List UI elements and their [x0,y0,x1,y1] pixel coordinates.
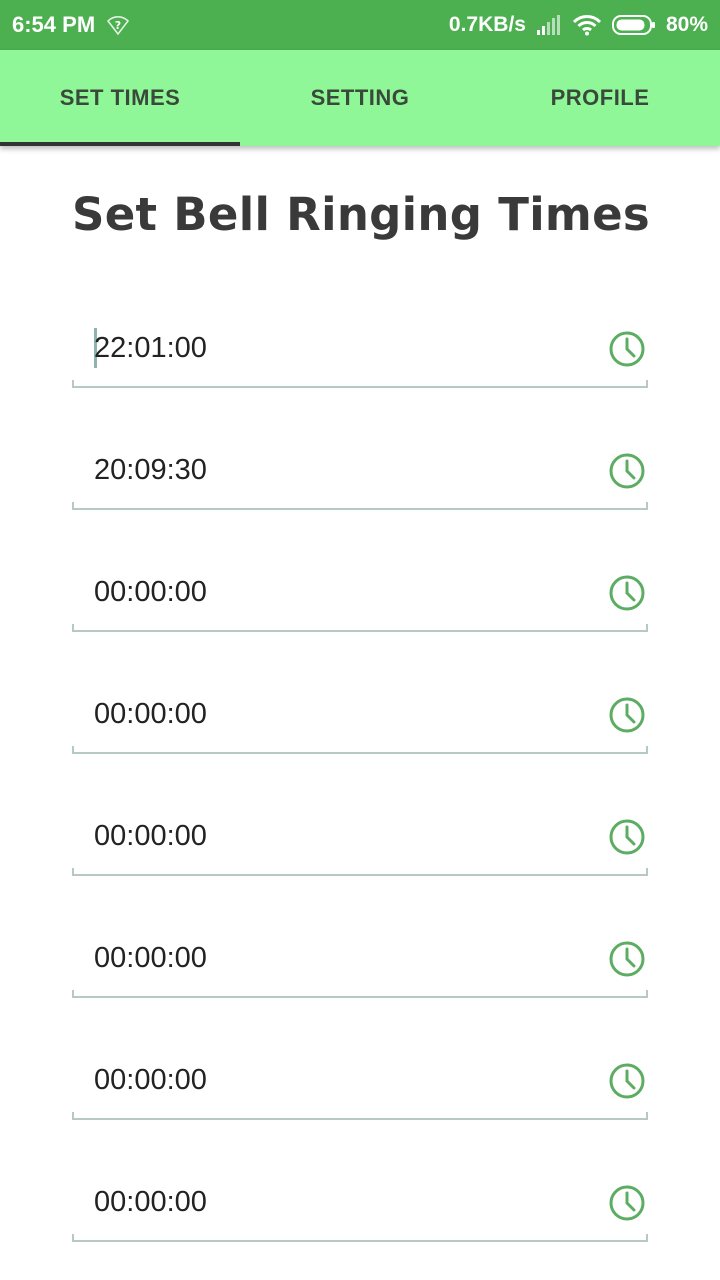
field-underline [72,746,648,754]
time-value[interactable]: 00:00:00 [94,576,207,609]
field-underline [72,1234,648,1242]
clock-icon[interactable] [608,452,646,490]
field-underline [72,868,648,876]
time-value[interactable]: 20:09:30 [94,454,207,487]
main-content: Set Bell Ringing Times 22:01:00 20:09:30… [0,146,720,1280]
time-value[interactable]: 22:01:00 [94,332,207,365]
status-bar: 6:54 PM ? 0.7KB/s 80% [0,0,720,50]
time-field-1[interactable]: 22:01:00 [72,308,648,388]
clock-icon[interactable] [608,696,646,734]
field-underline [72,624,648,632]
svg-text:?: ? [115,19,121,32]
page-title: Set Bell Ringing Times [72,188,651,241]
tab-profile[interactable]: PROFILE [480,50,720,146]
time-value[interactable]: 00:00:00 [94,1186,207,1219]
time-value[interactable]: 00:00:00 [94,1064,207,1097]
field-underline [72,380,648,388]
time-field-4[interactable]: 00:00:00 [72,674,648,754]
time-value[interactable]: 00:00:00 [94,698,207,731]
field-underline [72,1112,648,1120]
time-field-2[interactable]: 20:09:30 [72,430,648,510]
clock-icon[interactable] [608,940,646,978]
wifi-icon [572,14,602,36]
time-value[interactable]: 00:00:00 [94,942,207,975]
tab-bar: SET TIMES SETTING PROFILE [0,50,720,146]
clock-icon[interactable] [608,1062,646,1100]
signal-icon [536,14,562,36]
clock-icon[interactable] [608,818,646,856]
clock-icon[interactable] [608,1184,646,1222]
time-field-5[interactable]: 00:00:00 [72,796,648,876]
tab-set-times[interactable]: SET TIMES [0,50,240,146]
battery-percent: 80% [665,13,708,36]
status-time: 6:54 PM [12,12,96,37]
tab-setting[interactable]: SETTING [240,50,480,146]
time-field-7[interactable]: 00:00:00 [72,1040,648,1120]
battery-icon [611,14,656,36]
time-field-6[interactable]: 00:00:00 [72,918,648,998]
time-field-8[interactable]: 00:00:00 [72,1162,648,1242]
field-underline [72,502,648,510]
clock-icon[interactable] [608,330,646,368]
clock-icon[interactable] [608,574,646,612]
time-field-3[interactable]: 00:00:00 [72,552,648,632]
time-value[interactable]: 00:00:00 [94,820,207,853]
field-underline [72,990,648,998]
wifi-question-icon: ? [107,14,130,36]
network-speed: 0.7KB/s [448,13,526,36]
